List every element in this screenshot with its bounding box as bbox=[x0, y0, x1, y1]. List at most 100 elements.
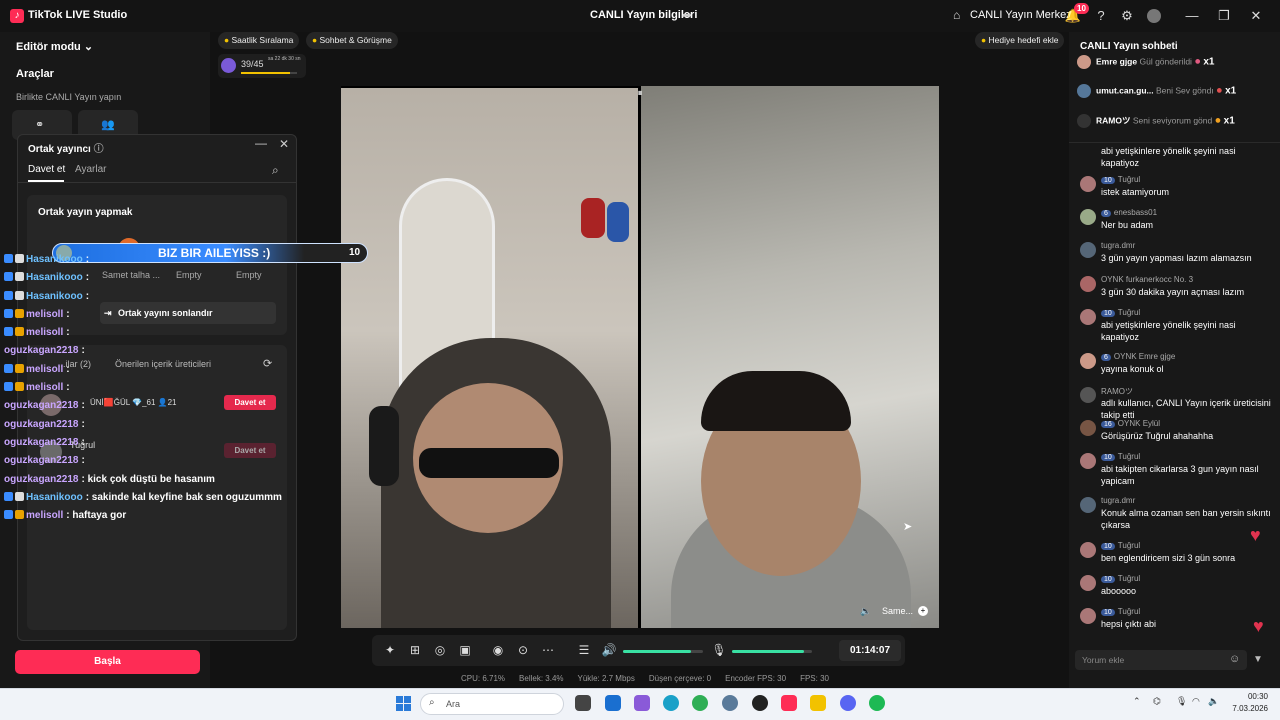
chat-text: yayına konuk ol bbox=[1101, 364, 1164, 374]
user-badge-icon bbox=[4, 364, 13, 373]
level-badge-icon bbox=[15, 364, 24, 373]
spotify-icon[interactable] bbox=[869, 695, 885, 711]
task-view-icon[interactable] bbox=[575, 695, 591, 711]
gift-sender: umut.can.gu... bbox=[1096, 85, 1154, 96]
more-icon[interactable]: ⋯ bbox=[540, 643, 556, 657]
info-icon[interactable]: ⓘ bbox=[94, 144, 104, 155]
camera-icon[interactable]: ⊙ bbox=[515, 643, 531, 657]
chrome-icon[interactable] bbox=[692, 695, 708, 711]
chat-username: 10 Tuğrul bbox=[1101, 541, 1140, 550]
invite-button[interactable]: Davet et bbox=[224, 395, 276, 410]
chat-username: 6 enesbass01 bbox=[1101, 208, 1157, 217]
guest-hair bbox=[701, 371, 851, 431]
stat-item: FPS: 30 bbox=[800, 674, 829, 683]
copilot-icon[interactable] bbox=[634, 695, 650, 711]
volume-icon[interactable]: 🔊 bbox=[601, 643, 617, 657]
editor-mode-dropdown[interactable]: Editör modu ⌄ bbox=[16, 40, 93, 53]
chat-icon: ● bbox=[312, 35, 318, 45]
taskbar-search[interactable]: Ara bbox=[420, 693, 564, 715]
overlay-chat-line: melisoll: bbox=[4, 382, 70, 393]
headphones bbox=[369, 406, 399, 486]
clock-date[interactable]: 7.03.2026 bbox=[1224, 704, 1268, 713]
chat-call-pill[interactable]: ● Sohbet & Görüşme bbox=[306, 32, 398, 49]
stat-item: Yükle: 2.7 Mbps bbox=[577, 674, 635, 683]
cohost-section-label: Birlikte CANLI Yayın yapın bbox=[16, 92, 122, 102]
live-center-link[interactable]: CANLI Yayın Merkezi bbox=[970, 9, 1074, 21]
app-icon[interactable] bbox=[752, 695, 768, 711]
effects-icon[interactable]: ◎ bbox=[432, 643, 448, 657]
windows-start-icon[interactable] bbox=[396, 696, 412, 712]
tab-invite[interactable]: Davet et bbox=[28, 164, 65, 175]
search-icon[interactable]: ⌕ bbox=[272, 163, 279, 178]
level-badge: 10 bbox=[1101, 310, 1115, 317]
avatar bbox=[1080, 420, 1096, 436]
gift-goal-pill[interactable]: ● Hediye hedefi ekle bbox=[975, 32, 1065, 49]
refresh-icon[interactable]: ⟳ bbox=[263, 357, 272, 370]
wifi-icon[interactable]: ◠ bbox=[1192, 696, 1200, 707]
chat-title: CANLI Yayın sohbeti bbox=[1080, 41, 1178, 52]
start-live-button[interactable]: Başla bbox=[15, 650, 200, 674]
overlay-chat-line: oguzkagan2218: bbox=[4, 437, 85, 448]
sunglasses bbox=[419, 448, 559, 478]
discord-icon[interactable] bbox=[840, 695, 856, 711]
modal-minimize-icon[interactable]: — bbox=[255, 136, 267, 150]
mic-tray-icon[interactable]: 🎙 bbox=[1176, 696, 1187, 707]
split-layout-icon[interactable]: ⏸ bbox=[633, 88, 647, 102]
edge-icon[interactable] bbox=[663, 695, 679, 711]
level-badge-icon bbox=[15, 291, 24, 300]
suggest-tab-creators[interactable]: Önerilen içerik üreticileri bbox=[115, 359, 211, 369]
overlay-username: melisoll bbox=[26, 382, 64, 393]
chevron-up-icon[interactable]: ⌃ bbox=[1133, 696, 1141, 707]
link-icon: ⚭ bbox=[35, 119, 45, 131]
avatar bbox=[1080, 608, 1096, 624]
share-icon[interactable]: ➦ bbox=[682, 8, 696, 22]
magic-wand-icon[interactable]: ✦ bbox=[382, 643, 398, 657]
overlay-chat-line: oguzkagan2218: bbox=[4, 345, 85, 356]
chat-text: ben eglendiricem sizi 3 gün sonra bbox=[1101, 553, 1236, 563]
overlay-message: : haftaya gor bbox=[66, 510, 127, 521]
file-explorer-icon[interactable] bbox=[810, 695, 826, 711]
clock-time[interactable]: 00:30 bbox=[1238, 692, 1268, 701]
home-icon[interactable]: ⌂ bbox=[953, 8, 960, 22]
gift-icon: ● bbox=[1216, 84, 1223, 97]
mic-icon[interactable]: 🎙 bbox=[711, 643, 727, 657]
level-badge: 16 bbox=[1101, 421, 1115, 428]
chat-text: 3 gün yayın yapması lazım alamazsın bbox=[1101, 253, 1252, 263]
add-source-icon[interactable]: ⊞ bbox=[407, 643, 423, 657]
modal-close-icon[interactable]: ✕ bbox=[279, 137, 289, 151]
maximize-icon[interactable]: ❐ bbox=[1214, 6, 1234, 26]
volume-tray-icon[interactable]: 🔈 bbox=[1208, 696, 1219, 707]
invite-button-disabled[interactable]: Davet et bbox=[224, 443, 276, 458]
add-icon[interactable]: + bbox=[918, 606, 928, 616]
sliders-icon[interactable]: ☰ bbox=[576, 643, 592, 657]
avatar bbox=[1080, 209, 1096, 225]
level-badge: 6 bbox=[1101, 210, 1111, 217]
end-cohost-button[interactable]: ⇥ Ortak yayını sonlandır bbox=[100, 302, 276, 324]
chat-text: abooooo bbox=[1101, 586, 1137, 596]
overlay-chat-line: melisoll: haftaya gor bbox=[4, 510, 126, 521]
overlay-chat-line: oguzkagan2218: kick çok düştü be hasanım bbox=[4, 474, 215, 485]
tiktok-studio-icon[interactable] bbox=[781, 695, 797, 711]
comment-input[interactable]: Yorum ekle bbox=[1075, 650, 1247, 670]
help-icon[interactable]: ? bbox=[1091, 6, 1111, 26]
outlook-icon[interactable] bbox=[605, 695, 621, 711]
network-icon[interactable]: ⌬ bbox=[1153, 696, 1161, 707]
progress-count: 39/45 bbox=[241, 59, 264, 69]
chat-username: 16 OYNK Eylül bbox=[1101, 419, 1160, 428]
screen-icon[interactable]: ▣ bbox=[457, 643, 473, 657]
level-badge: 10 bbox=[1101, 576, 1115, 583]
overlay-username: oguzkagan2218 bbox=[4, 437, 79, 448]
filter-icon[interactable]: ▼ bbox=[1253, 654, 1263, 665]
tab-settings[interactable]: Ayarlar bbox=[75, 164, 107, 175]
minimize-icon[interactable]: — bbox=[1182, 6, 1202, 26]
cohost-card-title: Ortak yayın yapmak bbox=[38, 207, 133, 218]
close-icon[interactable]: ✕ bbox=[1246, 6, 1266, 26]
level-badge: 6 bbox=[1101, 354, 1111, 361]
hourly-ranking-pill[interactable]: ● Saatlik Sıralama bbox=[218, 32, 300, 49]
profile-avatar[interactable] bbox=[1147, 9, 1161, 23]
speaker-icon[interactable]: 🔈 bbox=[860, 606, 871, 617]
record-icon[interactable]: ◉ bbox=[490, 643, 506, 657]
emoji-icon[interactable]: ☺ bbox=[1229, 653, 1240, 665]
settings-app-icon[interactable] bbox=[722, 695, 738, 711]
gear-icon[interactable]: ⚙ bbox=[1117, 6, 1137, 26]
